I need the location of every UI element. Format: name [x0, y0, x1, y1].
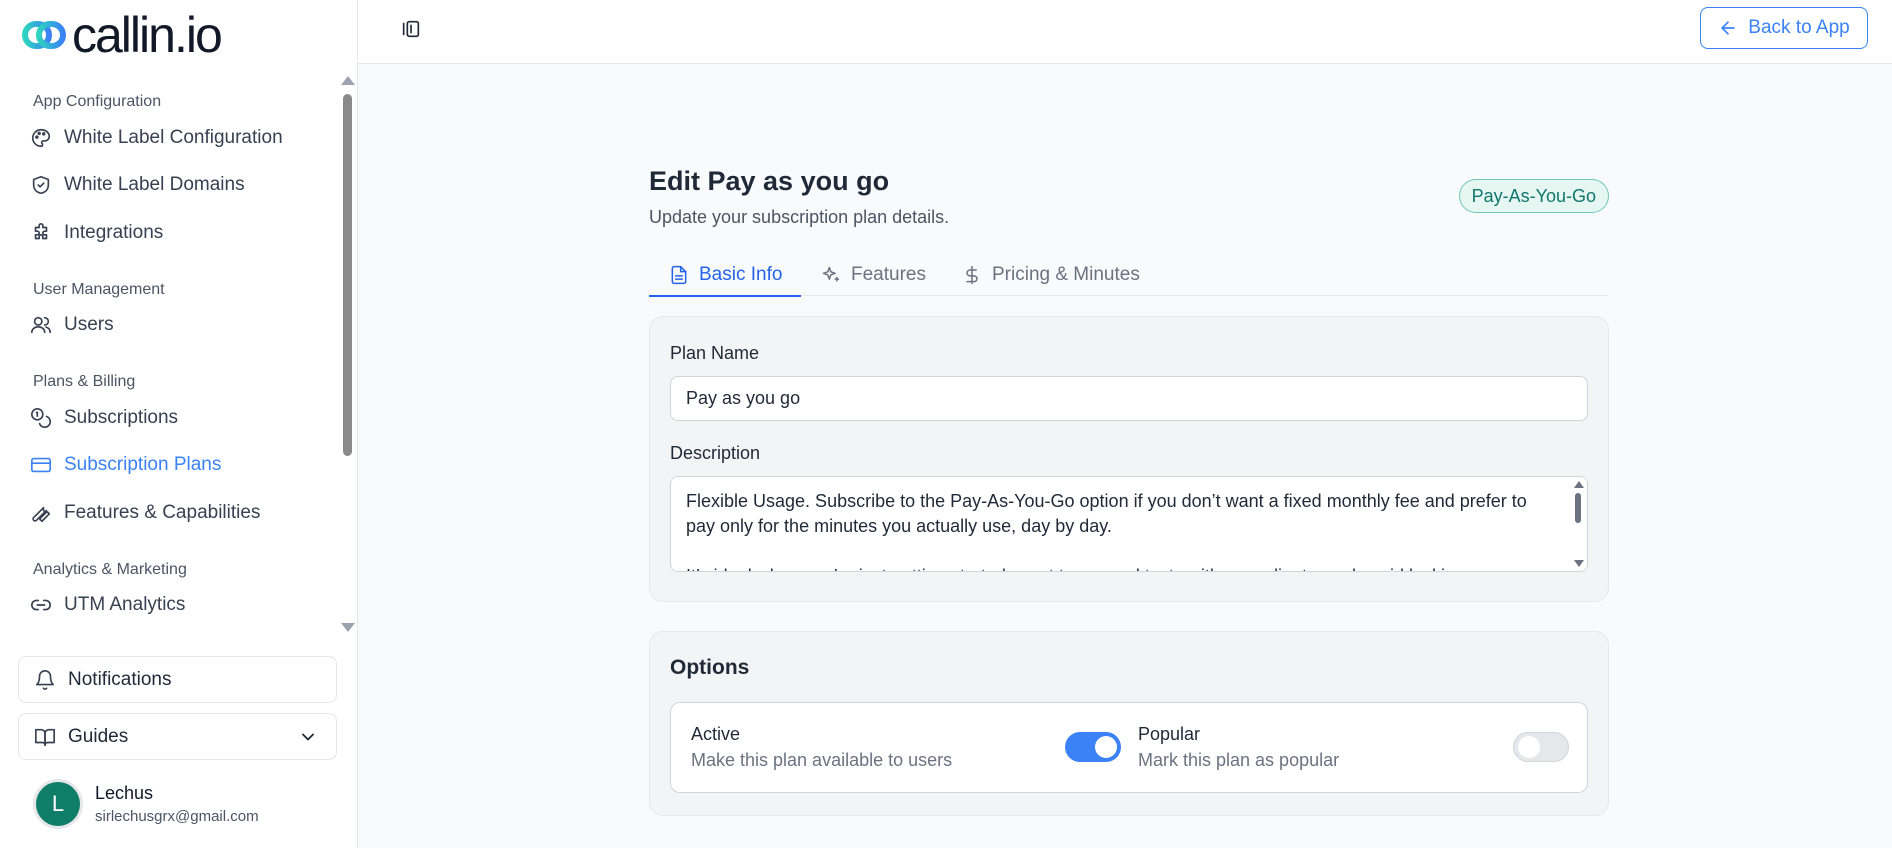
tab-label: Features — [851, 264, 926, 285]
sidebar-toggle-icon[interactable] — [400, 18, 422, 40]
scroll-up-arrow-icon[interactable] — [341, 76, 355, 85]
options-box: Active Make this plan available to users… — [670, 702, 1588, 793]
sidebar-item-label: UTM Analytics — [64, 594, 186, 615]
bell-icon — [35, 669, 55, 690]
sidebar-item-label: Subscriptions — [64, 407, 179, 428]
palette-icon — [32, 128, 51, 148]
section-label-app-configuration: App Configuration — [33, 93, 162, 110]
sidebar-item-integrations[interactable]: Integrations — [30, 215, 330, 251]
description-textarea[interactable]: Flexible Usage. Subscribe to the Pay-As-… — [670, 476, 1588, 572]
notifications-label: Notifications — [68, 668, 172, 690]
sidebar: callin.io App Configuration White Label … — [0, 0, 358, 848]
user-email: sirlechusgrx@gmail.com — [95, 808, 259, 825]
sidebar-item-white-label-configuration[interactable]: White Label Configuration — [30, 120, 330, 156]
section-label-plans-billing: Plans & Billing — [33, 373, 136, 390]
tab-label: Pricing & Minutes — [992, 264, 1140, 285]
options-title: Options — [670, 656, 750, 679]
file-text-icon — [671, 265, 687, 284]
plan-type-badge: Pay-As-You-Go — [1458, 179, 1609, 213]
book-open-icon — [35, 728, 55, 746]
scroll-up-arrow-icon[interactable] — [1574, 481, 1584, 488]
avatar: L — [36, 782, 80, 826]
scroll-thumb[interactable] — [1575, 493, 1581, 523]
brand-logo[interactable]: callin.io — [22, 7, 223, 63]
tab-pricing-minutes[interactable]: Pricing & Minutes — [962, 254, 1140, 296]
sidebar-nav: App Configuration White Label Configurat… — [0, 80, 340, 635]
topbar: Back to App — [358, 0, 1892, 64]
callin-logo-icon — [22, 21, 66, 49]
sidebar-item-subscription-plans[interactable]: Subscription Plans — [30, 447, 330, 483]
sidebar-scrollbar[interactable] — [340, 76, 355, 632]
link-icon — [31, 599, 51, 611]
description-line-2: It’s ideal when you’re just getting star… — [686, 564, 1542, 571]
plan-name-input[interactable] — [670, 376, 1588, 421]
tab-bar: Basic Info Features Pricing & Minutes — [649, 254, 1609, 297]
page-title: Edit Pay as you go — [649, 166, 890, 196]
notifications-button[interactable]: Notifications — [18, 656, 337, 703]
sidebar-item-label: Subscription Plans — [64, 454, 222, 475]
toggle-knob — [1095, 736, 1117, 758]
sidebar-item-label: Features & Capabilities — [64, 502, 261, 523]
active-option-desc: Make this plan available to users — [691, 750, 953, 770]
sidebar-item-label: White Label Domains — [64, 174, 245, 195]
description-scrollbar[interactable] — [1573, 479, 1585, 569]
active-option-label: Active — [691, 724, 741, 744]
tab-basic-info[interactable]: Basic Info — [649, 254, 801, 297]
popular-toggle[interactable] — [1513, 732, 1569, 762]
dollar-icon — [966, 265, 978, 285]
scroll-thumb[interactable] — [343, 94, 352, 456]
popular-option-desc: Mark this plan as popular — [1138, 750, 1340, 770]
description-line-1: Flexible Usage. Subscribe to the Pay-As-… — [686, 491, 1527, 536]
guides-dropdown[interactable]: Guides — [18, 713, 337, 760]
back-to-app-label: Back to App — [1748, 17, 1850, 38]
sidebar-item-utm-analytics[interactable]: UTM Analytics — [30, 587, 330, 623]
user-info: Lechus sirlechusgrx@gmail.com — [95, 783, 259, 825]
description-label: Description — [670, 443, 761, 463]
brand-name: callin.io — [72, 7, 223, 63]
options-card: Options Active Make this plan available … — [649, 631, 1609, 816]
toggle-knob — [1518, 736, 1540, 758]
puzzle-icon — [34, 223, 48, 240]
sidebar-item-label: Users — [64, 314, 114, 335]
sidebar-item-white-label-domains[interactable]: White Label Domains — [30, 167, 330, 203]
sidebar-item-users[interactable]: Users — [30, 307, 330, 343]
section-label-analytics-marketing: Analytics & Marketing — [33, 561, 187, 578]
sidebar-item-label: Integrations — [64, 222, 164, 243]
coins-icon — [31, 408, 51, 428]
scroll-down-arrow-icon[interactable] — [341, 623, 355, 632]
sparkles-icon — [822, 266, 840, 282]
active-toggle[interactable] — [1065, 732, 1121, 762]
section-label-user-management: User Management — [33, 281, 165, 298]
wrench-icon — [32, 506, 51, 523]
shield-check-icon — [32, 175, 50, 195]
arrow-left-icon — [1721, 21, 1735, 35]
tab-features[interactable]: Features — [821, 254, 926, 296]
sidebar-item-label: White Label Configuration — [64, 127, 283, 148]
sidebar-item-subscriptions[interactable]: Subscriptions — [30, 400, 330, 436]
guides-label: Guides — [68, 725, 129, 747]
basic-info-card: Plan Name Description Flexible Usage. Su… — [649, 316, 1609, 602]
user-name: Lechus — [95, 783, 154, 803]
scroll-down-arrow-icon[interactable] — [1574, 560, 1584, 567]
chevron-down-icon — [302, 733, 314, 741]
popular-option-label: Popular — [1138, 724, 1201, 744]
tab-label: Basic Info — [699, 263, 783, 285]
sidebar-item-features-capabilities[interactable]: Features & Capabilities — [30, 495, 330, 531]
page-subtitle: Update your subscription plan details. — [649, 207, 950, 227]
back-to-app-button[interactable]: Back to App — [1700, 7, 1868, 49]
users-icon — [31, 316, 51, 334]
plan-name-label: Plan Name — [670, 343, 760, 363]
credit-card-icon — [31, 457, 51, 473]
user-profile[interactable]: L Lechus sirlechusgrx@gmail.com — [36, 782, 259, 826]
